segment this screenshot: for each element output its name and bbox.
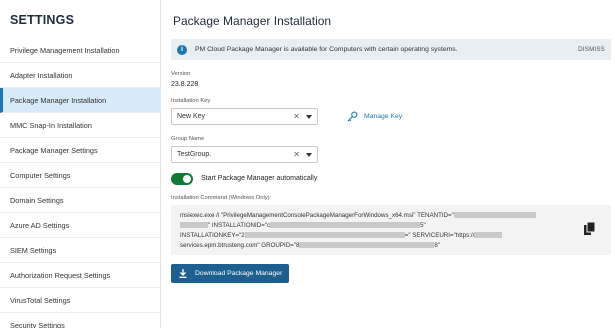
manage-key-label: Manage Key <box>364 113 403 120</box>
command-line-3: INSTALLATIONKEY="2 =" SERVICEURI="https:/… <box>180 232 503 239</box>
redacted-text <box>474 232 503 239</box>
clear-icon[interactable]: ✕ <box>293 112 300 121</box>
chevron-down-icon[interactable] <box>306 115 312 119</box>
auto-start-label: Start Package Manager automatically <box>201 175 318 182</box>
installation-key-select[interactable]: New Key ✕ <box>171 108 318 125</box>
sidebar-item-authorization-request-settings[interactable]: Authorization Request Settings <box>0 263 161 288</box>
auto-start-toggle[interactable] <box>171 173 193 185</box>
installation-key-label: Installation Key <box>171 98 211 104</box>
group-name-select[interactable]: TestGroup. ✕ <box>171 146 318 163</box>
sidebar-item-domain-settings[interactable]: Domain Settings <box>0 188 161 213</box>
command-text: " INSTALLATIONID="c <box>208 222 271 229</box>
sidebar-title: SETTINGS <box>10 13 75 27</box>
info-banner: i PM Cloud Package Manager is available … <box>171 39 611 60</box>
redacted-text <box>244 232 405 239</box>
command-text: =" SERVICEURI="https:// <box>404 232 475 239</box>
version-value: 23.8.228 <box>171 81 199 88</box>
command-text: 5" <box>420 222 426 229</box>
sidebar-item-azure-ad-settings[interactable]: Azure AD Settings <box>0 213 161 238</box>
sidebar-item-security-settings[interactable]: Security Settings <box>0 313 161 328</box>
download-label: Download Package Manager <box>195 270 283 277</box>
dismiss-button[interactable]: DISMISS <box>578 46 605 53</box>
redacted-text <box>453 212 536 219</box>
copy-icon[interactable] <box>584 222 595 235</box>
command-line-1: msiexec.exe /i "PrivilegeManagementConso… <box>180 212 536 219</box>
download-icon <box>179 269 187 278</box>
sidebar-item-siem-settings[interactable]: SIEM Settings <box>0 238 161 263</box>
chevron-down-icon[interactable] <box>306 153 312 157</box>
installation-command-label: Installation Command (Windows Only): <box>171 195 272 201</box>
clear-icon[interactable]: ✕ <box>293 150 300 159</box>
banner-text: PM Cloud Package Manager is available fo… <box>195 46 458 53</box>
group-name-label: Group Name <box>171 136 205 142</box>
command-text: INSTALLATIONKEY="2 <box>180 232 245 239</box>
sidebar-item-computer-settings[interactable]: Computer Settings <box>0 163 161 188</box>
installation-key-value: New Key <box>177 113 206 120</box>
redacted-text <box>180 222 208 229</box>
installation-command-box: msiexec.exe /i "PrivilegeManagementConso… <box>171 205 611 255</box>
toggle-knob <box>183 175 191 183</box>
command-text: msiexec.exe /i "PrivilegeManagementConso… <box>180 212 454 219</box>
manage-key-link[interactable]: Manage Key <box>347 111 402 122</box>
group-name-value: TestGroup. <box>177 151 212 158</box>
page-title: Package Manager Installation <box>173 14 332 28</box>
settings-sidebar: SETTINGS Privilege Management Installati… <box>0 0 161 328</box>
command-line-4: services.epm.btrusteng.com" GROUPID="8 8" <box>180 242 440 249</box>
sidebar-item-package-manager-installation[interactable]: Package Manager Installation <box>0 88 161 113</box>
sidebar-item-package-manager-settings[interactable]: Package Manager Settings <box>0 138 161 163</box>
version-label: Version <box>171 71 191 77</box>
command-text: services.epm.btrusteng.com" GROUPID="8 <box>180 242 300 249</box>
sidebar-item-adapter-installation[interactable]: Adapter Installation <box>0 63 161 88</box>
redacted-text <box>299 242 435 249</box>
info-icon: i <box>177 44 187 55</box>
key-icon <box>347 111 358 122</box>
sidebar-item-virustotal-settings[interactable]: VirusTotal Settings <box>0 288 161 313</box>
main-content: Package Manager Installation i PM Cloud … <box>171 0 611 328</box>
command-line-2: " INSTALLATIONID="c 5" <box>180 222 426 229</box>
sidebar-item-privilege-management-installation[interactable]: Privilege Management Installation <box>0 38 161 63</box>
sidebar-item-mmc-snap-in-installation[interactable]: MMC Snap-In Installation <box>0 113 161 138</box>
redacted-text <box>270 222 421 229</box>
command-text: 8" <box>434 242 441 249</box>
download-package-manager-button[interactable]: Download Package Manager <box>171 264 289 283</box>
